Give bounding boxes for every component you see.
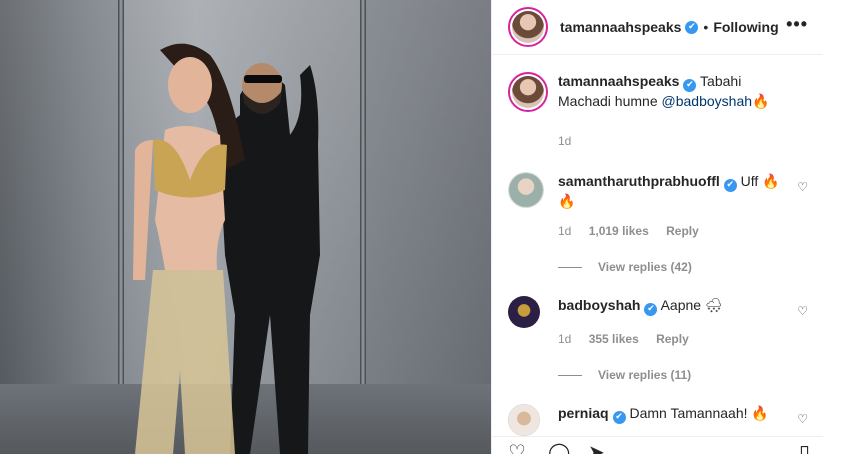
fire-emoji: 🔥 xyxy=(752,93,770,109)
comment-likes[interactable]: 355 likes xyxy=(589,332,639,346)
post-side-panel: tamannaahspeaks ✔ • Following ••• tamann… xyxy=(491,0,824,454)
author-username[interactable]: tamannaahspeaks xyxy=(560,19,681,35)
comment-meta: 1d 355 likes Reply xyxy=(558,332,703,346)
like-comment-heart-icon[interactable]: ♡ xyxy=(797,304,808,318)
post-image[interactable] xyxy=(0,0,491,454)
caption-mention[interactable]: @badboyshah xyxy=(662,93,753,109)
caption: tamannaahspeaks ✔ Tabahi Machadi humne @b… xyxy=(508,72,808,152)
comment-icon[interactable]: ◯ xyxy=(548,443,570,454)
comment-likes[interactable]: 1,019 likes xyxy=(589,224,649,238)
comment-text: Aapne 🌨 xyxy=(660,297,723,313)
view-replies-label: View replies (11) xyxy=(598,368,692,382)
comment-item: perniaq ✔ Damn Tamannaah! 🔥 ♡ xyxy=(508,404,808,436)
heart-icon[interactable]: ♡ xyxy=(508,443,526,454)
page-margin xyxy=(823,0,851,454)
comment-username[interactable]: badboyshah xyxy=(558,297,640,313)
verified-badge-icon: ✔ xyxy=(685,20,699,34)
comment-item: badboyshah ✔ Aapne 🌨 ♡ 1d 355 likes Reply… xyxy=(508,296,808,406)
comment-text: Uff 🔥 xyxy=(740,173,780,189)
comment-text-continued: 🔥 xyxy=(558,193,576,209)
comment-text: Damn Tamannaah! 🔥 xyxy=(629,405,769,421)
caption-meta: 1d xyxy=(558,134,585,148)
avatar[interactable] xyxy=(508,7,548,47)
comment-time[interactable]: 1d xyxy=(558,332,571,346)
comment-username[interactable]: samantharuthprabhuoffl xyxy=(558,173,720,189)
reply-button[interactable]: Reply xyxy=(656,332,689,346)
caption-username[interactable]: tamannaahspeaks xyxy=(558,73,679,89)
separator-dot: • xyxy=(703,19,709,35)
more-options-icon[interactable]: ••• xyxy=(786,14,808,35)
avatar[interactable] xyxy=(508,72,548,112)
share-icon[interactable]: ➤ xyxy=(588,443,605,454)
comment-time[interactable]: 1d xyxy=(558,224,571,238)
divider-line xyxy=(558,266,582,268)
view-replies-button[interactable]: View replies (42) xyxy=(558,260,692,274)
view-replies-button[interactable]: View replies (11) xyxy=(558,368,691,382)
verified-badge-icon: ✔ xyxy=(723,179,737,192)
verified-badge-icon: ✔ xyxy=(612,411,626,424)
avatar[interactable] xyxy=(508,404,540,436)
verified-badge-icon: ✔ xyxy=(644,303,658,316)
comment-item: samantharuthprabhuoffl ✔ Uff 🔥 🔥 ♡ 1d 1,0… xyxy=(508,172,808,282)
woman-figure xyxy=(133,43,245,454)
verified-badge-icon: ✔ xyxy=(683,79,697,92)
divider-line xyxy=(558,374,582,376)
caption-time[interactable]: 1d xyxy=(558,134,571,148)
avatar[interactable] xyxy=(508,296,540,328)
save-icon[interactable]: ▯ xyxy=(799,443,810,454)
comment-meta: 1d 1,019 likes Reply xyxy=(558,224,713,238)
reply-button[interactable]: Reply xyxy=(666,224,699,238)
avatar[interactable] xyxy=(508,172,544,208)
follow-button[interactable]: Following xyxy=(713,19,778,35)
like-comment-heart-icon[interactable]: ♡ xyxy=(797,412,808,426)
post-header: tamannaahspeaks ✔ • Following ••• xyxy=(492,0,824,55)
comments-list[interactable]: tamannaahspeaks ✔ Tabahi Machadi humne @b… xyxy=(492,56,824,436)
view-replies-label: View replies (42) xyxy=(598,260,692,274)
comment-username[interactable]: perniaq xyxy=(558,405,609,421)
like-comment-heart-icon[interactable]: ♡ xyxy=(797,180,808,194)
post-action-bar: ♡ ◯ ➤ ▯ xyxy=(492,436,824,454)
